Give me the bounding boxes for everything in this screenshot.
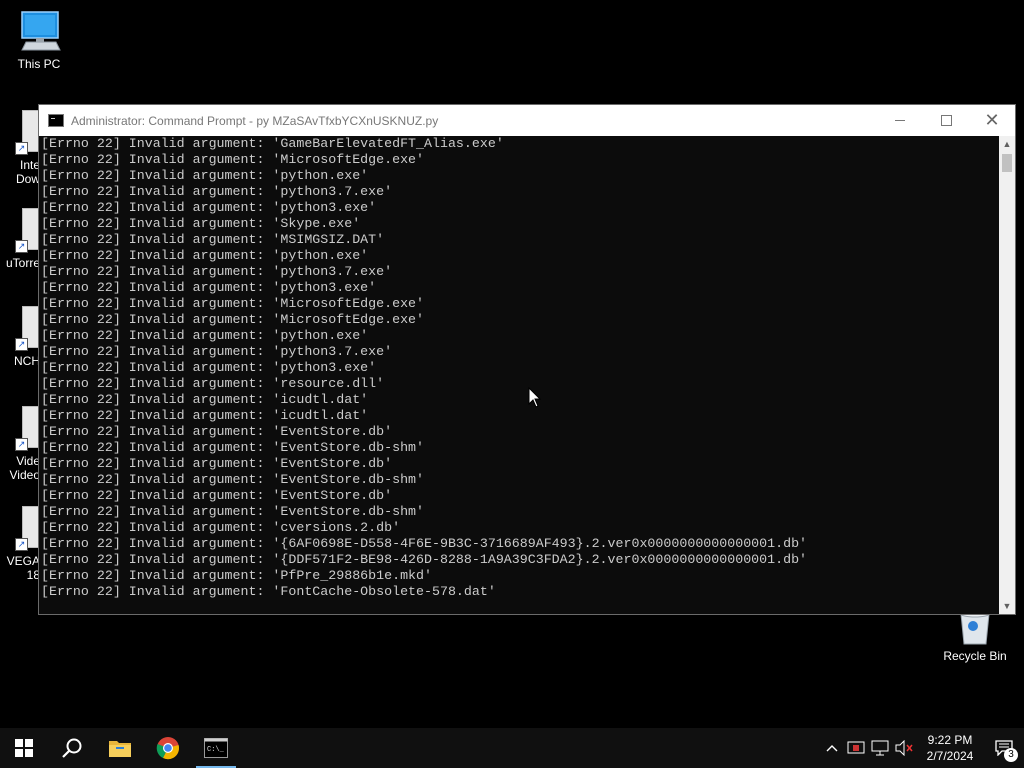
- console-line: [Errno 22] Invalid argument: 'icudtl.dat…: [41, 392, 369, 407]
- console-output[interactable]: [Errno 22] Invalid argument: 'GameBarEle…: [39, 136, 999, 614]
- console-line: [Errno 22] Invalid argument: 'resource.d…: [41, 376, 385, 391]
- close-button[interactable]: ✕: [969, 105, 1015, 136]
- shortcut-label-line1: Inte: [19, 158, 40, 172]
- console-line: [Errno 22] Invalid argument: '{6AF0698E-…: [41, 536, 808, 551]
- start-button[interactable]: [0, 728, 48, 768]
- window-titlebar[interactable]: Administrator: Command Prompt - py MZaSA…: [39, 105, 1015, 136]
- show-hidden-icons-chevron-up-icon[interactable]: [820, 728, 844, 768]
- window-title: Administrator: Command Prompt - py MZaSA…: [71, 113, 439, 128]
- recycle-bin-shortcut[interactable]: Recycle Bin: [938, 610, 1012, 663]
- console-line: [Errno 22] Invalid argument: 'GameBarEle…: [41, 136, 504, 151]
- recycle-bin-label: Recycle Bin: [943, 649, 1007, 663]
- console-line: [Errno 22] Invalid argument: 'MicrosoftE…: [41, 152, 425, 167]
- action-center-button[interactable]: 3: [984, 728, 1024, 768]
- scrollbar-thumb[interactable]: [1002, 154, 1012, 172]
- security-shield-icon[interactable]: [844, 728, 868, 768]
- taskbar: C:\_ 9:22 PM 2/7/2024 3: [0, 728, 1024, 768]
- this-pc-icon: [21, 11, 61, 51]
- mouse-pointer-icon: [528, 387, 542, 408]
- command-prompt-icon: C:\_: [204, 738, 228, 758]
- shortcut-arrow-icon: ↗: [15, 438, 28, 451]
- file-explorer-button[interactable]: [96, 728, 144, 768]
- chrome-button[interactable]: [144, 728, 192, 768]
- search-icon: [62, 738, 82, 758]
- console-line: [Errno 22] Invalid argument: 'python3.7.…: [41, 344, 393, 359]
- clock-time: 9:22 PM: [927, 733, 973, 747]
- windows-start-icon: [15, 739, 33, 757]
- minimize-button[interactable]: [877, 105, 923, 136]
- scroll-up-icon[interactable]: ▲: [999, 136, 1015, 152]
- shortcut-arrow-icon: ↗: [15, 240, 28, 253]
- maximize-icon: [940, 115, 952, 126]
- console-text: [Errno 22] Invalid argument: 'GameBarEle…: [41, 136, 999, 600]
- console-line: [Errno 22] Invalid argument: 'python3.7.…: [41, 184, 393, 199]
- command-prompt-taskbar-button[interactable]: C:\_: [192, 728, 240, 768]
- volume-muted-icon[interactable]: [892, 728, 916, 768]
- console-line: [Errno 22] Invalid argument: 'FontCache-…: [41, 584, 496, 599]
- desktop-shortcut-utorrent[interactable]: ↗ uTorre: [0, 208, 40, 272]
- vertical-scrollbar[interactable]: ▲ ▼: [999, 136, 1015, 614]
- scroll-down-icon[interactable]: ▼: [999, 598, 1015, 614]
- shortcut-label-line1: uTorre: [5, 256, 40, 270]
- console-line: [Errno 22] Invalid argument: 'python3.7.…: [41, 264, 393, 279]
- console-line: [Errno 22] Invalid argument: 'PfPre_2988…: [41, 568, 432, 583]
- shortcut-label-line1: Vide: [16, 454, 40, 468]
- console-line: [Errno 22] Invalid argument: 'python.exe…: [41, 328, 369, 343]
- console-line: [Errno 22] Invalid argument: 'MSIMGSIZ.D…: [41, 232, 385, 247]
- shortcut-label-line2: Dow: [15, 172, 40, 186]
- console-line: [Errno 22] Invalid argument: '{DDF571F2-…: [41, 552, 808, 567]
- console-line: [Errno 22] Invalid argument: 'MicrosoftE…: [41, 312, 425, 327]
- console-line: [Errno 22] Invalid argument: 'EventStore…: [41, 456, 393, 471]
- minimize-icon: [895, 120, 905, 121]
- console-line: [Errno 22] Invalid argument: 'python.exe…: [41, 248, 369, 263]
- clock-date: 2/7/2024: [926, 749, 974, 763]
- desktop-shortcut-nch[interactable]: ↗ NCH: [0, 306, 40, 370]
- shortcut-label-line2: 18: [26, 568, 40, 582]
- console-line: [Errno 22] Invalid argument: 'Skype.exe': [41, 216, 361, 231]
- network-icon[interactable]: [868, 728, 892, 768]
- maximize-button[interactable]: [923, 105, 969, 136]
- console-line: [Errno 22] Invalid argument: 'python3.ex…: [41, 360, 377, 375]
- console-line: [Errno 22] Invalid argument: 'python.exe…: [41, 168, 369, 183]
- notification-count-badge: 3: [1004, 748, 1018, 762]
- desktop-shortcut-vegas[interactable]: ↗ VEGA 18: [0, 506, 40, 586]
- console-line: [Errno 22] Invalid argument: 'EventStore…: [41, 504, 425, 519]
- shortcut-label-line2: Video: [9, 468, 40, 482]
- recycle-bin-icon: [960, 610, 990, 645]
- file-explorer-icon: [109, 741, 131, 757]
- shortcut-arrow-icon: ↗: [15, 338, 28, 351]
- console-line: [Errno 22] Invalid argument: 'EventStore…: [41, 424, 393, 439]
- this-pc-label: This PC: [17, 57, 61, 71]
- taskbar-clock[interactable]: 9:22 PM 2/7/2024: [916, 732, 984, 764]
- console-line: [Errno 22] Invalid argument: 'icudtl.dat…: [41, 408, 369, 423]
- console-line: [Errno 22] Invalid argument: 'MicrosoftE…: [41, 296, 425, 311]
- close-icon: ✕: [984, 110, 1000, 130]
- console-line: [Errno 22] Invalid argument: 'cversions.…: [41, 520, 401, 535]
- console-line: [Errno 22] Invalid argument: 'EventStore…: [41, 440, 425, 455]
- console-line: [Errno 22] Invalid argument: 'EventStore…: [41, 472, 425, 487]
- shortcut-label-line1: VEGA: [6, 554, 40, 568]
- shortcut-arrow-icon: ↗: [15, 538, 28, 551]
- shortcut-label-line1: NCH: [14, 354, 40, 368]
- chrome-icon: [156, 737, 179, 760]
- console-line: [Errno 22] Invalid argument: 'python3.ex…: [41, 200, 377, 215]
- this-pc-shortcut[interactable]: This PC: [10, 10, 68, 71]
- system-tray: 9:22 PM 2/7/2024 3: [820, 728, 1024, 768]
- svg-text:C:\_: C:\_: [207, 746, 225, 754]
- console-line: [Errno 22] Invalid argument: 'python3.ex…: [41, 280, 377, 295]
- desktop-shortcut-internet-download[interactable]: ↗ Inte Dow: [0, 110, 40, 190]
- command-prompt-window[interactable]: Administrator: Command Prompt - py MZaSA…: [38, 104, 1016, 615]
- command-prompt-icon: [48, 114, 64, 127]
- console-line: [Errno 22] Invalid argument: 'EventStore…: [41, 488, 393, 503]
- search-button[interactable]: [48, 728, 96, 768]
- desktop-shortcut-video[interactable]: ↗ Vide Video: [0, 406, 40, 486]
- shortcut-arrow-icon: ↗: [15, 142, 28, 155]
